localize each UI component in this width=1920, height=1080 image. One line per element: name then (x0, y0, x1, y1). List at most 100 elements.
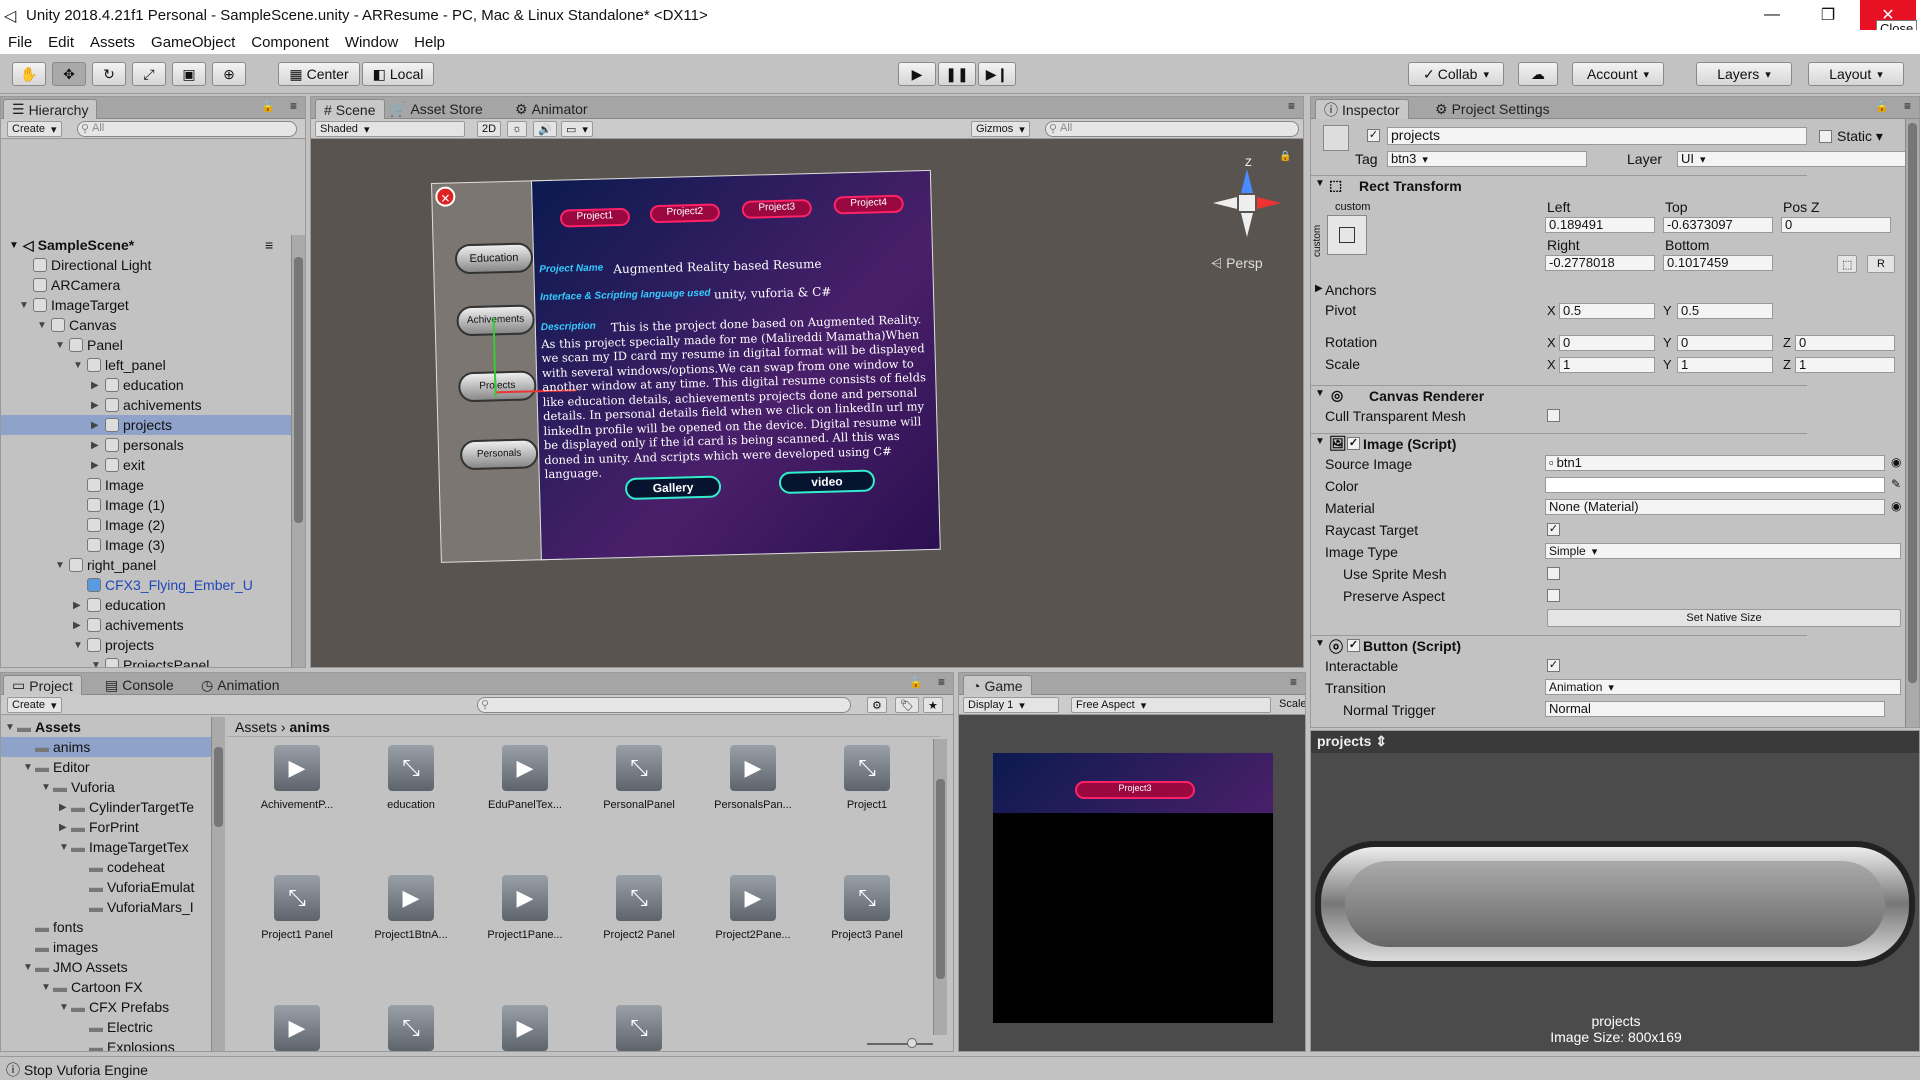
posz-input[interactable]: 0 (1781, 217, 1891, 233)
menu-gameobject[interactable]: GameObject (143, 34, 243, 51)
display-dropdown[interactable]: Display 1 (963, 697, 1059, 713)
project-folder[interactable]: ▬ Electric (1, 1017, 211, 1037)
project-folder[interactable]: ▼ ▬ CFX Prefabs (1, 997, 211, 1017)
tab-animator[interactable]: ⚙ Animator (507, 99, 596, 119)
audio-icon[interactable]: 🔊 (533, 121, 557, 137)
panel-menu-icon[interactable]: ≡ (1290, 675, 1297, 689)
rect-tool-icon[interactable]: ▣ (172, 62, 206, 86)
aspect-dropdown[interactable]: Free Aspect (1071, 697, 1271, 713)
project-search-input[interactable]: ⚲ (477, 697, 851, 713)
image-enabled-checkbox[interactable]: ✓ (1347, 437, 1360, 450)
scroll-thumb[interactable] (214, 747, 223, 827)
menu-file[interactable]: File (0, 34, 40, 51)
normal-trigger-input[interactable]: Normal (1545, 701, 1885, 717)
expand-triangle-icon[interactable]: ▶ (91, 420, 99, 431)
lock-icon[interactable]: 🔒 (261, 100, 275, 113)
hierarchy-item[interactable]: ▼ right_panel (1, 555, 291, 575)
material-field[interactable]: None (Material) (1545, 499, 1885, 515)
expand-triangle-icon[interactable]: ▼ (37, 320, 47, 331)
2d-toggle[interactable]: 2D (477, 121, 502, 137)
favorite-star-icon[interactable]: ★ (923, 697, 943, 713)
hierarchy-item[interactable]: ▼ ImageTarget (1, 295, 291, 315)
play-button[interactable]: ▶ (898, 62, 936, 86)
canvas-renderer-header[interactable]: ▼ ◎ Canvas Renderer (1311, 385, 1807, 405)
expand-triangle-icon[interactable]: ▼ (41, 782, 51, 793)
expand-triangle-icon[interactable]: ▼ (55, 340, 65, 351)
layers-dropdown[interactable]: Layers (1696, 62, 1792, 86)
cloud-icon[interactable]: ☁ (1518, 62, 1558, 86)
hierarchy-item[interactable]: ▼ projects (1, 635, 291, 655)
project-tree-scrollbar[interactable] (211, 717, 225, 1051)
menu-help[interactable]: Help (406, 34, 453, 51)
asset-item[interactable]: ▶ (475, 1005, 575, 1051)
asset-item[interactable]: ⤡ PersonalPanel (589, 745, 689, 811)
scale-x-input[interactable]: 1 (1559, 357, 1655, 373)
tab-animation[interactable]: ◷ Animation (193, 675, 287, 695)
project-folder[interactable]: ▬ Explosions (1, 1037, 211, 1051)
account-dropdown[interactable]: Account (1572, 62, 1664, 86)
anchors-row[interactable]: ▶ Anchors (1311, 281, 1807, 299)
project-folder[interactable]: ▬ codeheat (1, 857, 211, 877)
layout-dropdown[interactable]: Layout (1808, 62, 1904, 86)
menu-assets[interactable]: Assets (82, 34, 143, 51)
hand-tool-icon[interactable]: ✋ (12, 62, 46, 86)
expand-triangle-icon[interactable]: ▶ (59, 802, 67, 813)
asset-item[interactable]: ▶ EduPanelTex... (475, 745, 575, 811)
rotation-z-input[interactable]: 0 (1795, 335, 1895, 351)
expand-triangle-icon[interactable]: ▼ (41, 982, 51, 993)
game-viewport[interactable]: Project3 (993, 753, 1273, 1023)
tab-asset-store[interactable]: 🛒 Asset Store (381, 99, 491, 119)
hierarchy-item[interactable]: ▼ left_panel (1, 355, 291, 375)
asset-item[interactable]: ⤡ (589, 1005, 689, 1051)
project-folder[interactable]: ▼ ▬ JMO Assets (1, 957, 211, 977)
hierarchy-item[interactable]: ▼ Panel (1, 335, 291, 355)
asset-item[interactable]: ⤡ Project1 Panel (247, 875, 347, 941)
color-swatch[interactable] (1545, 477, 1885, 493)
static-label[interactable]: Static ▾ (1837, 128, 1883, 145)
asset-item[interactable]: ▶ AchivementP... (247, 745, 347, 811)
rotation-x-input[interactable]: 0 (1559, 335, 1655, 351)
tab-hierarchy[interactable]: ☰ Hierarchy (3, 99, 98, 119)
hierarchy-item[interactable]: Image (3) (1, 535, 291, 555)
expand-triangle-icon[interactable]: ▼ (23, 962, 33, 973)
set-native-size-button[interactable]: Set Native Size (1547, 609, 1901, 627)
asset-item[interactable]: ⤡ Project2 Panel (589, 875, 689, 941)
hierarchy-item[interactable]: ▼ ProjectsPanel (1, 655, 291, 667)
preserve-checkbox[interactable] (1547, 589, 1560, 602)
pivot-center-button[interactable]: ▦ Center (278, 62, 360, 86)
asset-item[interactable]: ⤡ Project3 Panel (817, 875, 917, 941)
tab-scene[interactable]: # Scene (315, 99, 385, 119)
gizmos-dropdown[interactable]: Gizmos (971, 121, 1030, 137)
scene-search-input[interactable]: ⚲ All (1045, 121, 1299, 137)
blueprint-mode-icon[interactable]: ⬚ (1837, 255, 1858, 273)
asset-item[interactable]: ⤡ Project1 (817, 745, 917, 811)
scale-z-input[interactable]: 1 (1795, 357, 1895, 373)
scroll-thumb[interactable] (1908, 123, 1917, 683)
raw-edit-button[interactable]: R (1867, 255, 1895, 273)
minimize-button[interactable]: — (1744, 0, 1800, 30)
scene-menu-icon[interactable]: ≡ (265, 237, 273, 253)
inspector-scrollbar[interactable] (1905, 119, 1919, 727)
transform-tool-icon[interactable]: ⊕ (212, 62, 246, 86)
eyedropper-icon[interactable]: ✎ (1891, 477, 1901, 491)
hierarchy-item[interactable]: Directional Light (1, 255, 291, 275)
asset-item[interactable]: ▶ Project1BtnA... (361, 875, 461, 941)
scale-tool-icon[interactable]: ⤢ (132, 62, 166, 86)
pivot-y-input[interactable]: 0.5 (1677, 303, 1773, 319)
filter-type-icon[interactable]: ⚙ (867, 697, 887, 713)
game-project3-button[interactable]: Project3 (1075, 781, 1195, 799)
shading-dropdown[interactable]: Shaded (315, 121, 465, 137)
right-input[interactable]: -0.2778018 (1545, 255, 1655, 271)
restore-button[interactable]: ❐ (1800, 0, 1856, 30)
sprite-mesh-checkbox[interactable] (1547, 567, 1560, 580)
project-create-button[interactable]: Create (7, 697, 62, 713)
project-folder[interactable]: ▼ ▬ Editor (1, 757, 211, 777)
expand-triangle-icon[interactable]: ▶ (91, 380, 99, 391)
project-folder[interactable]: ▼ ▬ Vuforia (1, 777, 211, 797)
expand-triangle-icon[interactable]: ▶ (59, 822, 67, 833)
expand-triangle-icon[interactable]: ▶ (91, 400, 99, 411)
panel-menu-icon[interactable]: ≡ (1288, 99, 1295, 113)
menu-edit[interactable]: Edit (40, 34, 82, 51)
hierarchy-search-input[interactable]: ⚲ All (77, 121, 297, 137)
lock-icon[interactable]: 🔒 (909, 676, 923, 689)
